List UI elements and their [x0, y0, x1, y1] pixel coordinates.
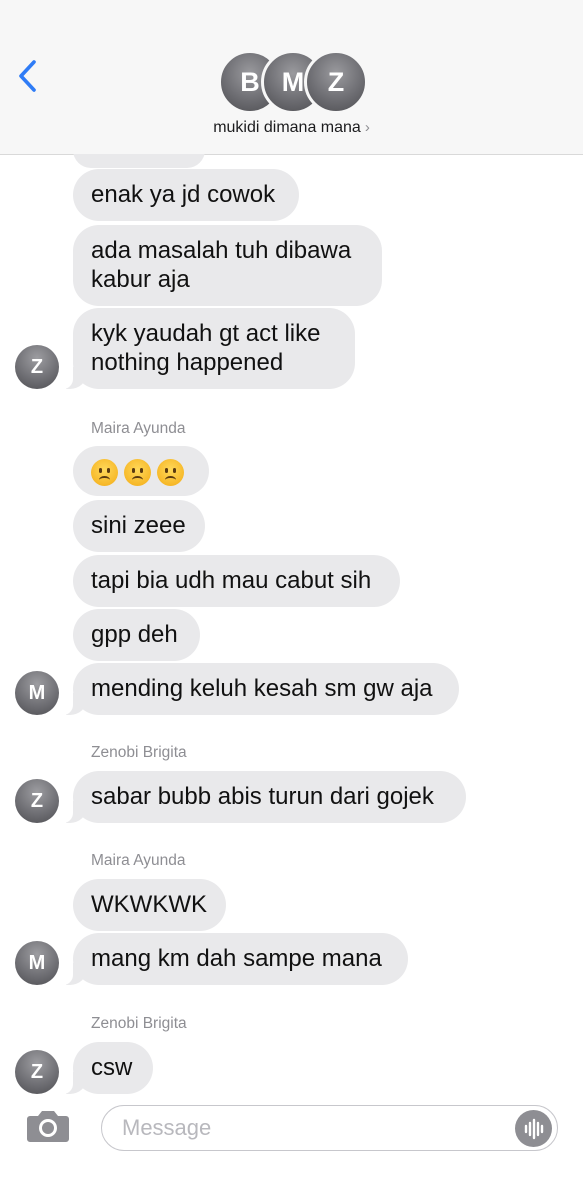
message-text: sabar bubb abis turun dari gojek — [91, 783, 434, 810]
message-text: ada masalah tuh dibawa — [91, 237, 352, 264]
message-text: kabur aja — [91, 266, 190, 293]
message-bubble[interactable]: mending keluh kesah sm gw aja — [59, 663, 459, 715]
message-text: mending keluh kesah sm gw aja — [91, 675, 433, 702]
avatar[interactable]: M — [15, 941, 59, 985]
chevron-right-icon: › — [364, 119, 370, 136]
camera-icon — [27, 1111, 69, 1142]
group-name: mukidi dimana mana — [213, 119, 361, 136]
camera-button[interactable] — [24, 1108, 72, 1144]
group-avatar-stack[interactable]: B M Z — [218, 50, 368, 114]
message-text: WKWKWK — [91, 891, 207, 918]
group-name-button[interactable]: mukidi dimana mana › — [0, 119, 583, 137]
avatar[interactable]: Z — [15, 779, 59, 823]
frowning-face-emoji — [91, 459, 118, 487]
message-text: nothing happened — [91, 349, 284, 376]
conversation-header: B M Z mukidi dimana mana › — [0, 0, 583, 155]
message-bubble[interactable]: csw — [59, 1042, 153, 1094]
message-bubble-emoji[interactable] — [73, 446, 209, 496]
message-text: enak ya jd cowok — [91, 181, 276, 208]
message-bubble[interactable]: mang km dah sampe mana — [59, 933, 408, 985]
sender-name: Zenobi Brigita — [91, 744, 187, 761]
message-bubble[interactable]: tapi bia udh mau cabut sih — [73, 555, 400, 607]
waveform-icon — [524, 1118, 543, 1139]
message-text: gpp deh — [91, 621, 178, 648]
message-text: kyk yaudah gt act like — [91, 320, 321, 347]
sender-name: Zenobi Brigita — [91, 1015, 187, 1032]
message-composer — [0, 1094, 583, 1200]
message-text: mang km dah sampe mana — [91, 945, 382, 972]
message-input[interactable] — [101, 1105, 558, 1151]
message-text: sini zeee — [91, 512, 186, 539]
frowning-face-emoji — [157, 459, 184, 487]
chevron-left-icon — [19, 60, 36, 92]
message-bubble[interactable]: WKWKWK — [73, 879, 226, 931]
message-bubble[interactable]: kyk yaudah gt act like nothing happened — [59, 308, 355, 389]
message-text: tapi bia udh mau cabut sih — [91, 567, 372, 594]
back-button[interactable] — [14, 56, 44, 96]
frowning-face-emoji — [124, 459, 151, 487]
message-bubble[interactable]: ada masalah tuh dibawa kabur aja — [73, 225, 382, 306]
avatar[interactable]: Z — [15, 1050, 59, 1094]
message-bubble[interactable]: sini zeee — [73, 500, 205, 552]
message-bubble[interactable]: gpp deh — [73, 609, 200, 661]
message-text: csw — [91, 1054, 133, 1081]
message-bubble-cutoff[interactable] — [73, 154, 205, 168]
audio-message-button[interactable] — [515, 1110, 552, 1147]
sender-name: Maira Ayunda — [91, 852, 186, 869]
sender-name: Maira Ayunda — [91, 420, 186, 437]
avatar[interactable]: M — [15, 671, 59, 715]
message-thread[interactable]: enak ya jd cowok ada masalah tuh dibawa … — [0, 154, 583, 1094]
group-avatar-z: Z — [304, 50, 368, 114]
message-bubble[interactable]: enak ya jd cowok — [73, 169, 299, 221]
avatar[interactable]: Z — [15, 345, 59, 389]
message-bubble[interactable]: sabar bubb abis turun dari gojek — [59, 771, 466, 823]
